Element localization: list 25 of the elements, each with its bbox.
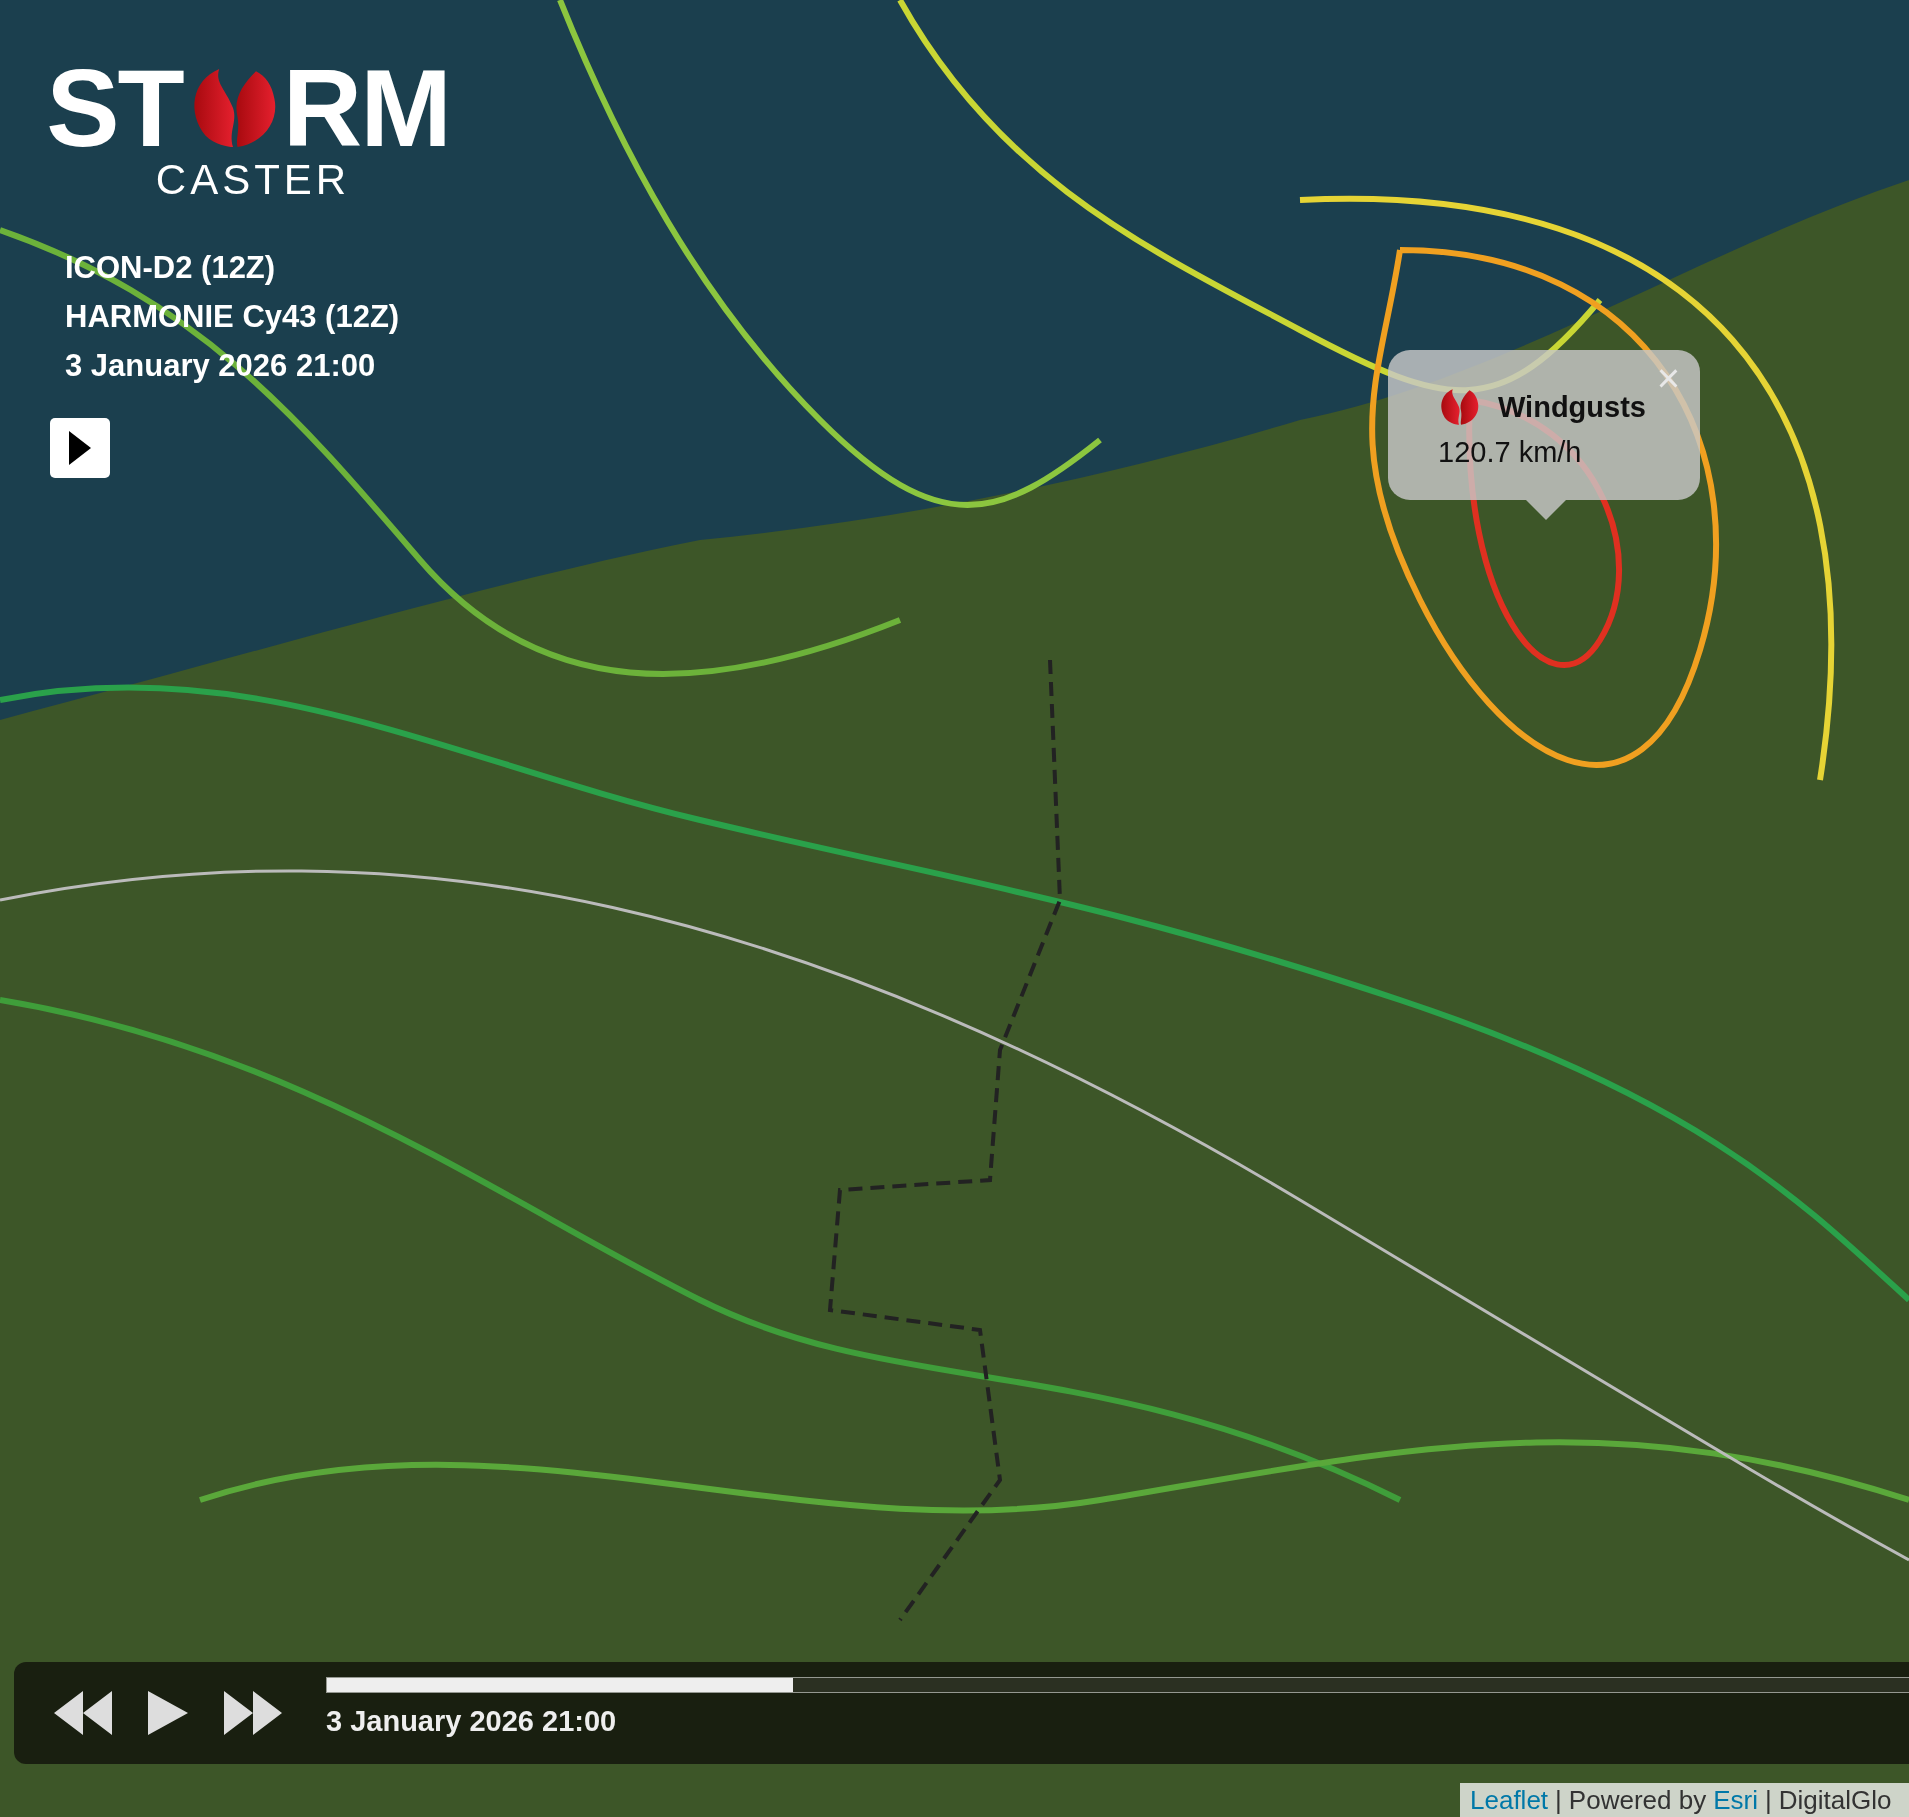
popup-title: Windgusts bbox=[1498, 390, 1646, 424]
model-info-text: 3 January 2026 21:00 bbox=[65, 348, 377, 384]
separator-text: | bbox=[1555, 1784, 1562, 1816]
attribution-text: DigitalGlo bbox=[1778, 1784, 1892, 1816]
flame-icon bbox=[1438, 386, 1480, 428]
logo-text: RM bbox=[282, 58, 450, 157]
time-slider[interactable] bbox=[326, 1676, 1909, 1693]
model-info-text: HARMONIE Cy43 (12Z) bbox=[65, 299, 400, 335]
attribution-text: Powered by bbox=[1568, 1784, 1707, 1816]
attribution-link[interactable]: Leaflet bbox=[1470, 1784, 1549, 1816]
popup-value: 120.7 km/h bbox=[1438, 436, 1583, 469]
play-icon bbox=[69, 431, 91, 465]
current-time-text: 3 January 2026 21:00 bbox=[326, 1704, 618, 1738]
play-button[interactable] bbox=[148, 1691, 188, 1735]
model-info-text: ICON-D2 (12Z) bbox=[65, 250, 277, 286]
play-button[interactable] bbox=[50, 418, 110, 478]
fast-forward-icon bbox=[224, 1691, 282, 1735]
attribution-link[interactable]: Esri bbox=[1713, 1784, 1758, 1816]
rewind-icon bbox=[54, 1691, 112, 1735]
rewind-button[interactable] bbox=[54, 1691, 112, 1735]
play-icon bbox=[148, 1691, 188, 1735]
fast-forward-button[interactable] bbox=[224, 1691, 282, 1735]
logo-subtitle: CASTER bbox=[155, 159, 351, 201]
logo-text: ST bbox=[46, 58, 183, 157]
separator-text: | bbox=[1764, 1784, 1772, 1816]
